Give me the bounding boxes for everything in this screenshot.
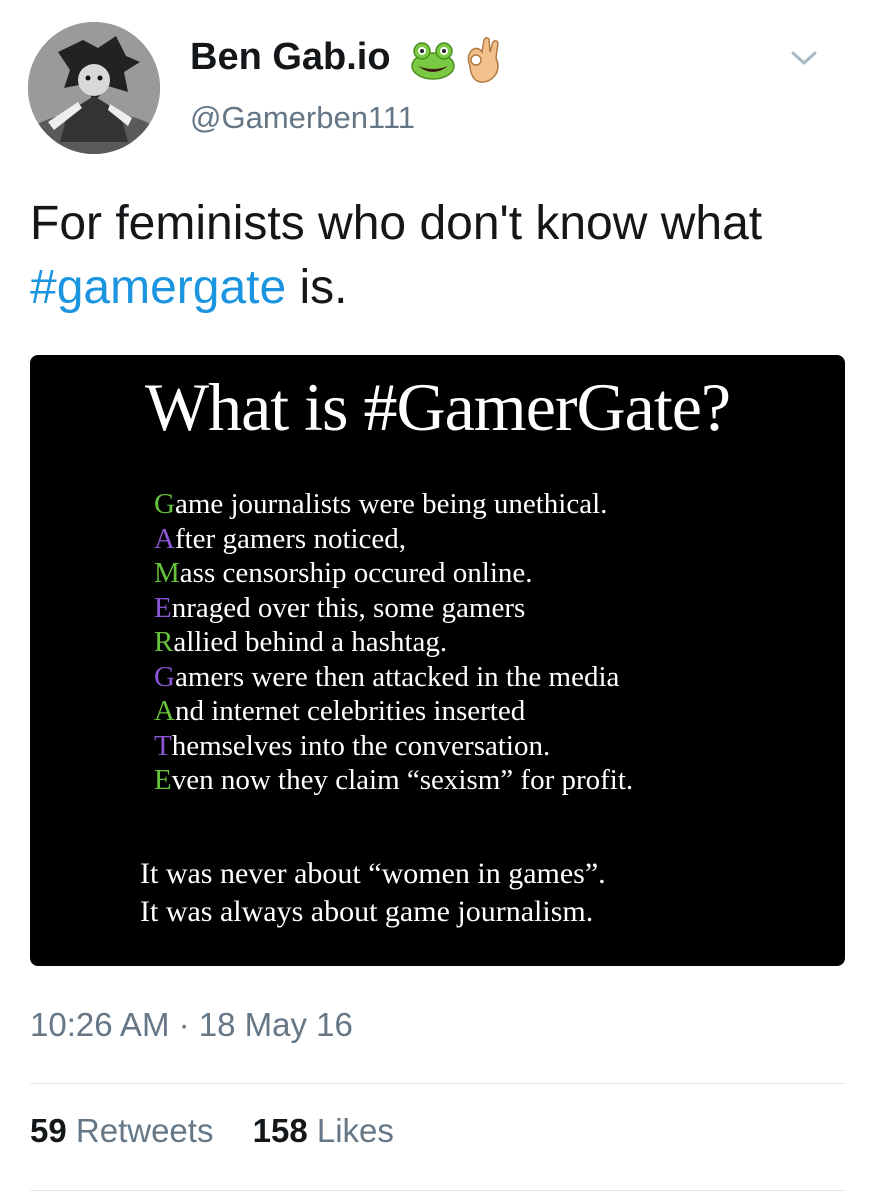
tweet-timestamp[interactable]: 10:26 AM · 18 May 16 <box>30 1006 353 1044</box>
tweet-text: For feminists who don't know what #gamer… <box>30 192 840 320</box>
acrostic-text: ven now they claim “sexism” for profit. <box>171 764 634 796</box>
likes-stat[interactable]: 158 Likes <box>253 1112 394 1149</box>
tweet-text-before: For feminists who don't know what <box>30 197 763 250</box>
acrostic-letter: A <box>154 522 175 555</box>
tweet-stats: 59 Retweets 158 Likes <box>30 1112 424 1150</box>
acrostic-letter: E <box>154 591 172 624</box>
acrostic-text: ass censorship occured online. <box>179 557 533 589</box>
acrostic-text: amers were then attacked in the media <box>174 660 620 693</box>
acrostic-line: Enraged over this, some gamers <box>154 591 633 626</box>
acrostic-letter: E <box>154 764 172 796</box>
likes-label: Likes <box>316 1112 394 1149</box>
acrostic-line: And internet celebrities inserted <box>154 694 633 729</box>
acrostic-letter: A <box>154 695 175 727</box>
acrostic-text: nd internet celebrities inserted <box>174 695 526 727</box>
frog-emoji-icon <box>411 42 455 80</box>
acrostic-line: Game journalists were being unethical. <box>154 487 633 522</box>
hashtag-link[interactable]: #gamergate <box>30 261 286 314</box>
acrostic-letter: R <box>154 626 174 658</box>
closing-line: It was never about “women in games”. <box>140 857 606 890</box>
tweet-text-after: is. <box>286 261 348 314</box>
acrostic-text: hemselves into the conversation. <box>171 729 551 762</box>
retweets-label: Retweets <box>75 1112 214 1149</box>
retweets-count: 59 <box>30 1112 67 1149</box>
acrostic-line: Rallied behind a hashtag. <box>154 625 633 660</box>
acrostic-text: nraged over this, some gamers <box>171 591 526 624</box>
acrostic-letter: T <box>154 729 172 762</box>
acrostic-list: Game journalists were being unethical. A… <box>154 487 633 798</box>
acrostic-line: Gamers were then attacked in the media <box>154 660 633 695</box>
acrostic-letter: M <box>154 557 180 589</box>
acrostic-text: allied behind a hashtag. <box>173 626 448 658</box>
acrostic-line: Even now they claim “sexism” for profit. <box>154 763 633 798</box>
ok-hand-emoji-icon <box>467 36 499 83</box>
name-emojis <box>410 36 502 84</box>
acrostic-line: After gamers noticed, <box>154 522 633 557</box>
closing-line: It was always about game journalism. <box>140 895 594 928</box>
user-handle[interactable]: @Gamerben111 <box>190 100 415 136</box>
avatar-image <box>28 22 160 154</box>
acrostic-letter: G <box>154 488 175 520</box>
chevron-down-icon[interactable] <box>790 48 818 68</box>
retweets-stat[interactable]: 59 Retweets <box>30 1112 213 1149</box>
acrostic-text: fter gamers noticed, <box>174 522 407 555</box>
acrostic-line: Mass censorship occured online. <box>154 556 633 591</box>
tweet-media-image[interactable]: What is #GamerGate? Game journalists wer… <box>30 355 845 966</box>
media-title: What is #GamerGate? <box>144 369 731 445</box>
avatar[interactable] <box>28 22 160 154</box>
media-closing: It was never about “women in games”. It … <box>140 855 606 931</box>
acrostic-line: Themselves into the conversation. <box>154 729 633 764</box>
display-name[interactable]: Ben Gab.io <box>190 36 391 79</box>
divider <box>30 1083 845 1084</box>
likes-count: 158 <box>252 1112 308 1149</box>
acrostic-letter: G <box>154 660 175 693</box>
divider <box>30 1190 845 1191</box>
acrostic-text: ame journalists were being unethical. <box>174 488 608 520</box>
